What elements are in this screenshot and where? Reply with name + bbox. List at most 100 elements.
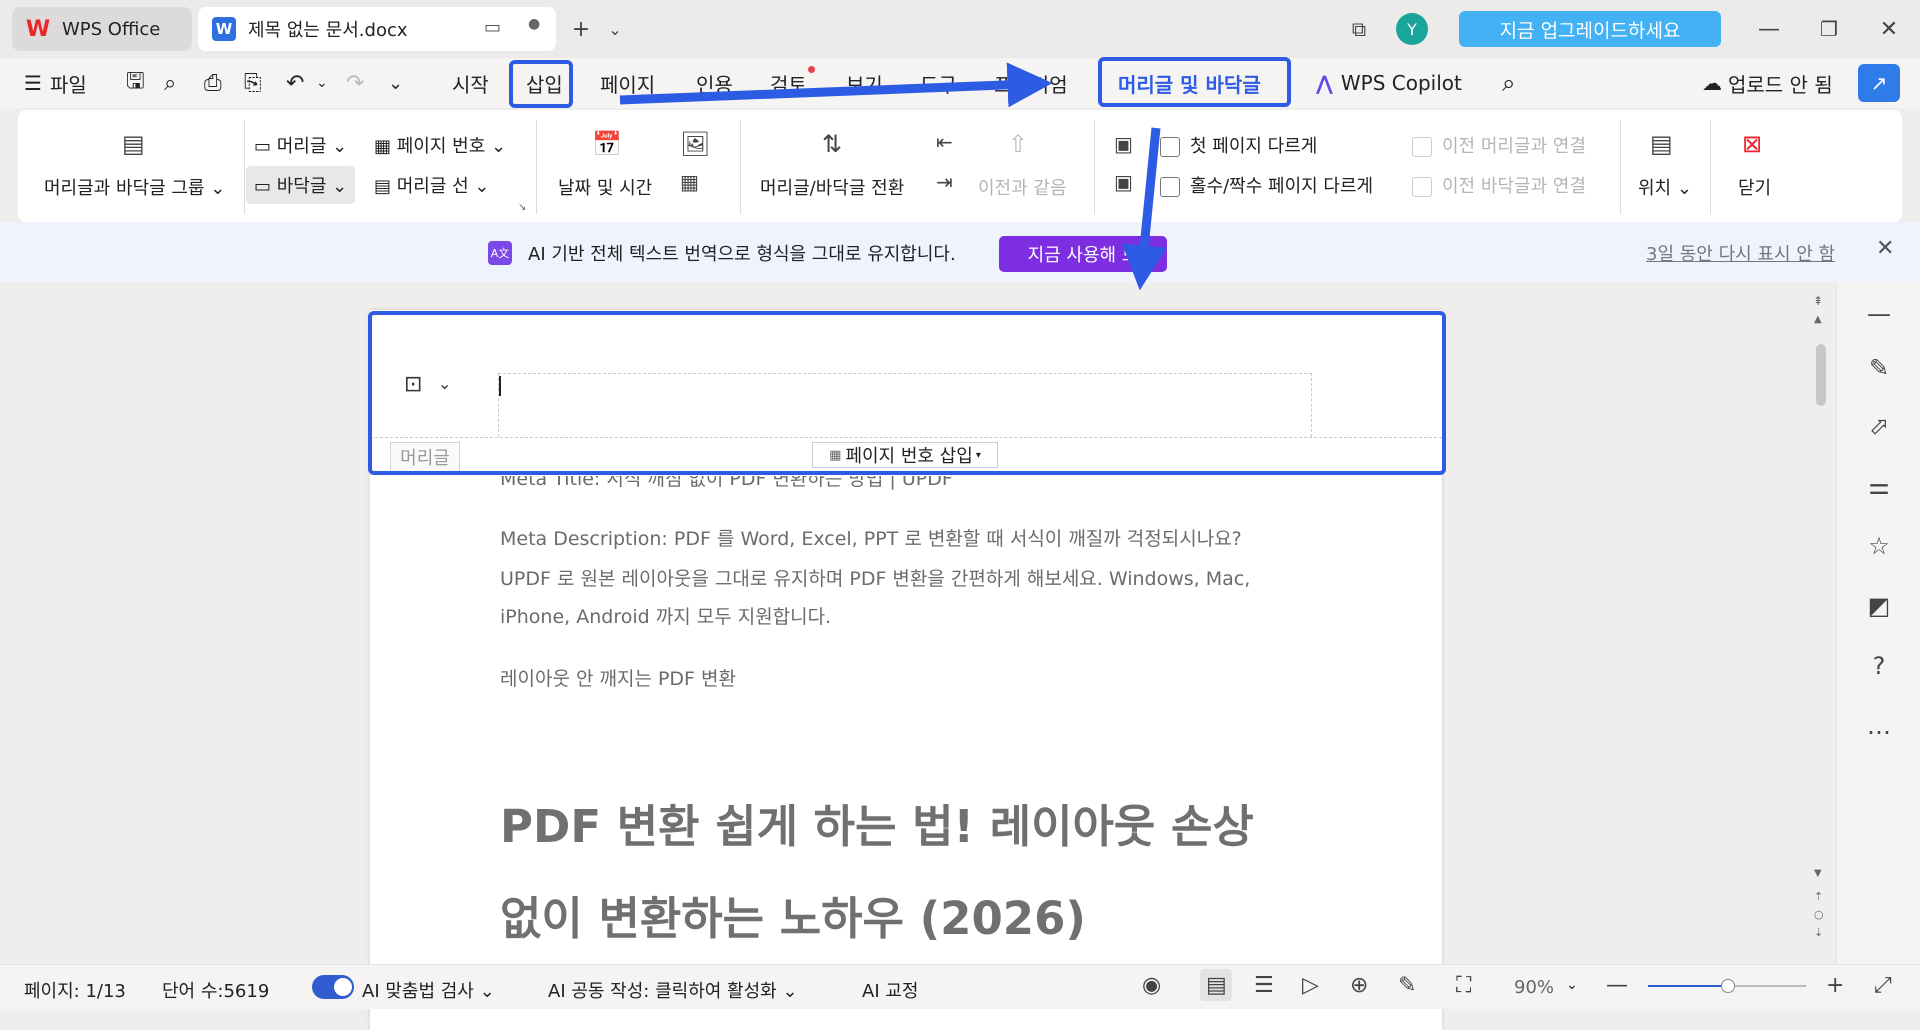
tab-view[interactable]: 보기: [846, 68, 883, 98]
more-chevron-icon[interactable]: ⌄: [388, 68, 403, 98]
wps-copilot-button[interactable]: ⋀ WPS Copilot: [1316, 68, 1462, 98]
eye-protection-icon[interactable]: ◉: [1142, 973, 1161, 998]
file-menu[interactable]: ☰ 파일: [24, 68, 87, 98]
dialog-launcher-icon[interactable]: ↘: [518, 202, 526, 213]
share-button[interactable]: ↗: [1858, 64, 1900, 102]
scroll-thumb[interactable]: [1816, 344, 1826, 406]
adjust-settings-icon[interactable]: ⚌: [1863, 472, 1895, 500]
dismiss-3-days-link[interactable]: 3일 동안 다시 표시 안 함: [1646, 240, 1835, 266]
page-setup-icon[interactable]: ▣: [1114, 132, 1133, 156]
format-painter-icon[interactable]: ⌕: [164, 68, 176, 98]
position-button[interactable]: 위치 ⌄: [1638, 174, 1692, 200]
save-icon[interactable]: 🖫: [126, 68, 145, 98]
upgrade-button[interactable]: 지금 업그레이드하세요: [1459, 11, 1721, 47]
checkbox-icon: [1160, 137, 1180, 157]
quick-part-icon[interactable]: ▦: [680, 170, 699, 194]
browse-object-icon[interactable]: ○: [1814, 908, 1824, 921]
header-footer-group-button[interactable]: 머리글과 바닥글 그룹 ⌄: [44, 174, 225, 200]
picture-icon[interactable]: 🖼: [680, 130, 710, 158]
tab-review[interactable]: 검토: [770, 68, 807, 98]
word-count[interactable]: 단어 수:5619: [162, 977, 269, 1003]
tab-wps-office[interactable]: W WPS Office: [12, 7, 192, 51]
edit-mode-icon[interactable]: ✎: [1398, 973, 1416, 998]
next-page-icon[interactable]: ⇣: [1814, 926, 1823, 939]
undo-dropdown-icon[interactable]: ⌄: [316, 68, 328, 98]
prev-page-icon[interactable]: ⇡: [1814, 890, 1823, 903]
fullscreen-icon[interactable]: ⤢: [1874, 973, 1892, 998]
close-header-footer-button[interactable]: 닫기: [1738, 174, 1771, 200]
search-icon[interactable]: ⌕: [1502, 68, 1515, 98]
monitor-icon[interactable]: ▭: [484, 17, 501, 38]
window-layout-icon[interactable]: ⧉: [1344, 14, 1374, 44]
close-notification-icon[interactable]: ✕: [1876, 236, 1894, 261]
footer-setup-icon[interactable]: ▣: [1114, 170, 1133, 194]
minimize-icon[interactable]: —: [1754, 14, 1784, 44]
ai-spellcheck-button[interactable]: AI 맞춤법 검사 ⌄: [362, 977, 495, 1003]
star-icon[interactable]: ☆: [1863, 532, 1895, 560]
date-time-button[interactable]: 날짜 및 시간: [558, 174, 652, 200]
first-page-different-checkbox[interactable]: 첫 페이지 다르게: [1160, 132, 1317, 158]
fit-page-icon[interactable]: ⛶: [1456, 973, 1471, 998]
close-window-icon[interactable]: ✕: [1874, 14, 1904, 44]
print-preview-icon[interactable]: ⎘: [244, 68, 262, 98]
page-count[interactable]: 페이지: 1/13: [24, 977, 126, 1003]
tab-start[interactable]: 시작: [452, 68, 489, 98]
select-cursor-icon[interactable]: ⬀: [1863, 412, 1895, 440]
try-now-button[interactable]: 지금 사용해 보: [999, 236, 1167, 272]
scroll-down-icon[interactable]: ▼: [1814, 868, 1822, 879]
header-footer-group-icon[interactable]: ▤: [122, 130, 145, 158]
scroll-up-icon[interactable]: ▲: [1814, 314, 1822, 325]
same-as-previous-button[interactable]: 이전과 같음: [978, 174, 1067, 200]
next-section-icon[interactable]: ⇥: [936, 170, 953, 194]
tab-page[interactable]: 페이지: [600, 68, 655, 98]
zoom-slider[interactable]: [1648, 979, 1806, 993]
outline-view-icon[interactable]: ☰: [1254, 973, 1274, 998]
page-number-button[interactable]: ▦ 페이지 번호 ⌄: [374, 132, 506, 158]
new-tab-plus-icon[interactable]: +: [566, 14, 596, 44]
redo-icon[interactable]: ↷: [346, 68, 364, 98]
more-options-icon[interactable]: …: [1863, 712, 1895, 740]
scroll-top-icon[interactable]: ⇞: [1813, 294, 1823, 308]
notification-text: AI 기반 전체 텍스트 번역으로 형식을 그대로 유지합니다.: [528, 244, 956, 265]
zoom-slider-knob[interactable]: [1721, 979, 1735, 993]
tab-document[interactable]: W 제목 없는 문서.docx ▭ ●: [198, 7, 556, 51]
print-icon[interactable]: ⎙: [204, 68, 222, 98]
spellcheck-toggle[interactable]: [312, 975, 354, 999]
switch-icon[interactable]: ⇅: [822, 130, 842, 158]
header-line-button[interactable]: ▤ 머리글 선 ⌄: [374, 172, 490, 198]
calendar-icon[interactable]: 📅: [592, 130, 622, 158]
ai-proofread-button[interactable]: AI 교정: [862, 977, 918, 1003]
collapse-sidebar-icon[interactable]: —: [1863, 300, 1895, 328]
switch-header-footer-button[interactable]: 머리글/바닥글 전환: [760, 174, 904, 200]
pen-icon[interactable]: ✎: [1863, 354, 1895, 382]
avatar[interactable]: Y: [1396, 13, 1428, 45]
position-icon[interactable]: ▤: [1650, 130, 1673, 158]
tab-premium[interactable]: 프리미엄: [994, 68, 1068, 98]
restore-icon[interactable]: ❐: [1814, 14, 1844, 44]
tab-list-chevron-icon[interactable]: ⌄: [600, 14, 630, 44]
ai-coauthor-button[interactable]: AI 공동 작성: 클릭하여 활성화 ⌄: [548, 977, 798, 1003]
link-prev-footer-checkbox[interactable]: 이전 바닥글과 연결: [1412, 172, 1586, 198]
upload-status[interactable]: ☁ 업로드 안 됨: [1702, 68, 1833, 98]
tab-reference[interactable]: 인용: [696, 68, 733, 98]
unsaved-dot-icon[interactable]: ●: [528, 16, 540, 32]
footer-button[interactable]: ▭ 바닥글 ⌄: [246, 166, 356, 204]
page-view-icon[interactable]: ▤: [1206, 973, 1227, 998]
tab-tools[interactable]: 도구: [920, 68, 957, 98]
header-button[interactable]: ▭ 머리글 ⌄: [254, 132, 347, 158]
help-icon[interactable]: ?: [1863, 652, 1895, 680]
play-icon[interactable]: ▷: [1302, 973, 1319, 998]
prev-section-icon[interactable]: ⇤: [936, 130, 953, 154]
web-view-icon[interactable]: ⊕: [1350, 973, 1368, 998]
odd-even-different-checkbox[interactable]: 홀수/짝수 페이지 다르게: [1160, 172, 1373, 198]
same-as-previous-icon[interactable]: ⇧: [1008, 130, 1028, 158]
vertical-scrollbar[interactable]: ⇞ ▲ ▼ ⇡ ○ ⇣: [1810, 294, 1830, 958]
undo-icon[interactable]: ↶: [286, 68, 304, 98]
link-prev-header-checkbox[interactable]: 이전 머리글과 연결: [1412, 132, 1586, 158]
zoom-out-icon[interactable]: —: [1606, 973, 1628, 998]
zoom-dropdown-icon[interactable]: ⌄: [1566, 977, 1578, 993]
zoom-in-icon[interactable]: +: [1826, 973, 1844, 998]
zoom-level[interactable]: 90%: [1514, 977, 1554, 998]
close-header-footer-icon[interactable]: ⊠: [1742, 130, 1762, 158]
image-edit-icon[interactable]: ◩: [1863, 592, 1895, 620]
